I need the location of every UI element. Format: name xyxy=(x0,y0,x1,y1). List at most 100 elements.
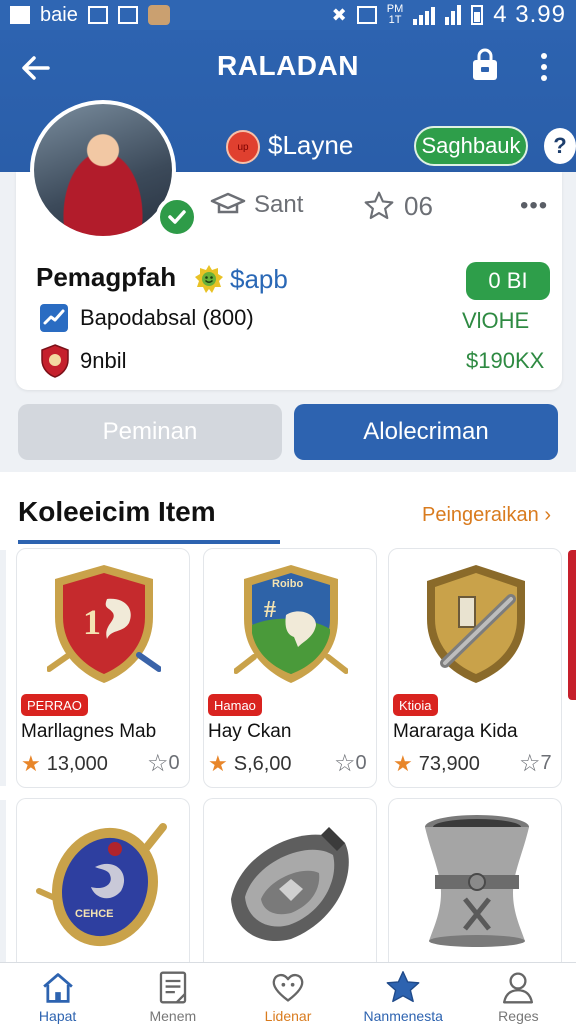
item-name: Marllagnes Mab xyxy=(21,721,157,742)
home-icon xyxy=(42,973,73,1003)
svg-text:Roibo: Roibo xyxy=(272,578,303,590)
bottom-navigation: Hapat Menem Lidenar Nanmenesta Reges xyxy=(0,962,576,1024)
clock: 4 3.99 xyxy=(493,1,566,28)
item-fav-count: 0 xyxy=(168,752,180,774)
graduation-cap-icon xyxy=(210,192,246,214)
stat-cap: Sant xyxy=(210,190,303,220)
item-fav-count: 0 xyxy=(355,752,367,774)
nav-menu[interactable]: Menem xyxy=(115,963,230,1024)
primary-action-button[interactable]: Alolecriman xyxy=(294,404,558,460)
item-price: ★ 73,900 xyxy=(393,751,480,777)
nav-profile-label: Reges xyxy=(498,1008,539,1024)
help-button[interactable]: ? xyxy=(544,128,576,164)
status-bar: baie ✖ PM 1T 4 3.99 xyxy=(0,0,576,30)
collection-title-underline xyxy=(18,540,280,544)
star-outline-icon: ☆ xyxy=(519,750,541,777)
status-pill-button[interactable]: Saghbauk xyxy=(414,126,528,166)
nav-home-label: Hapat xyxy=(38,1008,77,1024)
silver-cup-icon xyxy=(425,815,529,947)
nfc-icon xyxy=(356,6,377,24)
star-outline-icon xyxy=(364,191,394,220)
item-tag: Ktioia xyxy=(393,694,438,716)
item-price-value: 73,900 xyxy=(418,752,480,775)
shuffle-icon xyxy=(87,6,108,24)
club-crest-icon xyxy=(41,344,69,378)
collection-item-card[interactable]: 1 PERRAO Marllagnes Mab ★ 13,000 ☆ 0 xyxy=(16,548,190,788)
item-tag: PERRAO xyxy=(21,694,88,716)
blue-amulet-icon: CEHCE xyxy=(36,823,167,947)
collection-item-card[interactable]: CEHCE xyxy=(16,798,190,963)
stat-star: 06 xyxy=(362,190,433,222)
amulet-text: CEHCE xyxy=(75,908,114,920)
carousel-edge-right xyxy=(568,550,576,700)
gold-shield-icon xyxy=(427,565,525,683)
collection-item-card[interactable]: Ktioia Mararaga Kida ★ 73,900 ☆ 7 xyxy=(388,548,562,788)
collection-title: Koleeicim Item xyxy=(18,496,216,527)
collection-item-card[interactable] xyxy=(388,798,562,963)
image-icon xyxy=(117,6,138,24)
team-value: $190KX xyxy=(466,348,545,373)
network-type: PM 1T xyxy=(386,3,404,26)
nav-featured[interactable]: Nanmenesta xyxy=(346,963,461,1024)
heart-icon xyxy=(272,973,304,1002)
stat-cap-label: Sant xyxy=(254,191,304,218)
coin-icon: up xyxy=(226,130,260,164)
level-row: Bapodabsal (800) xyxy=(40,304,254,332)
more-vertical-icon[interactable] xyxy=(534,50,554,84)
carousel-edge-left xyxy=(0,550,6,786)
collection-item-card[interactable]: Roibo # Hamao Hay Ckan ★ S,6,00 ☆ 0 xyxy=(203,548,377,788)
document-icon xyxy=(159,971,186,1004)
level-value: VlOHE xyxy=(462,308,530,333)
item-price: ★ S,6,00 xyxy=(208,751,292,777)
item-favorite-button[interactable]: ☆ 0 xyxy=(334,749,367,778)
nav-menu-label: Menem xyxy=(149,1008,197,1024)
price-star-icon: ★ xyxy=(208,751,228,776)
svg-text:1: 1 xyxy=(83,602,101,642)
price-star-icon: ★ xyxy=(393,751,413,776)
notification-icon xyxy=(10,6,30,24)
carousel-edge-left xyxy=(0,800,6,962)
item-price-value: S,6,00 xyxy=(233,752,292,775)
coin-label: $Layne xyxy=(268,130,354,160)
collection-item-card[interactable] xyxy=(203,798,377,963)
person-icon xyxy=(503,972,534,1004)
avatar-photo xyxy=(30,100,176,240)
level-text: Bapodabsal (800) xyxy=(80,305,254,330)
item-favorite-button[interactable]: ☆ 0 xyxy=(147,749,180,778)
chevron-right-icon: › xyxy=(544,504,551,526)
shopping-bag-icon[interactable] xyxy=(468,48,502,82)
chart-badge-icon xyxy=(40,304,68,332)
item-tag: Hamao xyxy=(208,694,262,716)
balance-pill[interactable]: 0 BI xyxy=(466,262,550,300)
nav-featured-label: Nanmenesta xyxy=(363,1008,443,1024)
see-all-label: Peingeraikan xyxy=(422,504,539,526)
star-icon xyxy=(386,971,420,1003)
signal-2-icon xyxy=(445,5,462,25)
see-all-link[interactable]: Peingeraikan › xyxy=(422,504,551,527)
profile-handle: $apb xyxy=(230,264,288,294)
profile-name: Pemagpfah xyxy=(36,262,177,292)
silver-ring-icon xyxy=(231,827,349,942)
item-name: Hay Ckan xyxy=(208,721,292,742)
item-favorite-button[interactable]: ☆ 7 xyxy=(519,749,552,778)
item-price: ★ 13,000 xyxy=(21,751,108,777)
team-text: 9nbil xyxy=(80,348,127,373)
nav-favorites[interactable]: Lidenar xyxy=(230,963,345,1024)
secondary-action-button[interactable]: Peminan xyxy=(18,404,282,460)
carrier-text: baie xyxy=(40,3,78,26)
star-outline-icon: ☆ xyxy=(334,750,356,777)
price-star-icon: ★ xyxy=(21,751,41,776)
smiley-badge-icon xyxy=(195,265,223,293)
item-fav-count: 7 xyxy=(540,752,552,774)
team-row: 9nbil xyxy=(40,344,126,378)
more-horizontal-icon[interactable]: ••• xyxy=(520,192,548,220)
nav-profile[interactable]: Reges xyxy=(461,963,576,1024)
mute-icon: ✖ xyxy=(331,4,347,25)
stat-star-value: 06 xyxy=(404,190,433,221)
svg-text:#: # xyxy=(264,597,276,623)
profile-avatar[interactable] xyxy=(30,100,198,245)
green-crest-icon: Roibo # xyxy=(234,565,348,683)
nav-home[interactable]: Hapat xyxy=(0,963,115,1024)
red-shield-icon: 1 xyxy=(47,565,161,683)
verified-check-icon xyxy=(156,196,198,238)
